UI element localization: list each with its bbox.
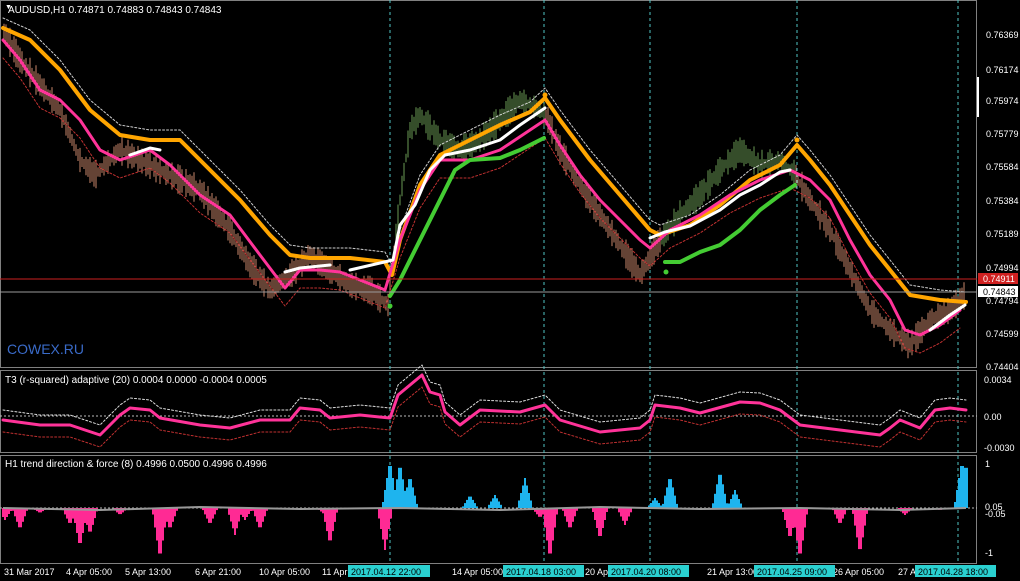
time-label: 4 Apr 05:00	[66, 567, 112, 577]
price-level: 0.75384	[986, 196, 1019, 206]
time-label: 10 Apr 05:00	[259, 567, 310, 577]
sub2-title: H1 trend direction & force (8) 0.4996 0.…	[5, 459, 267, 470]
signal-dot	[663, 269, 669, 275]
current-price-label: 0.74843	[983, 287, 1016, 297]
time-highlight-label: 2017.04.28 18:00	[918, 567, 988, 577]
time-highlight-label: 2017.04.20 08:00	[611, 567, 681, 577]
time-axis[interactable]: 31 Mar 2017 4 Apr 05:00 5 Apr 13:00 6 Ap…	[4, 565, 996, 577]
chart-background	[0, 0, 1020, 581]
sub1-level: -0.0030	[984, 443, 1015, 453]
sub2-level: -1	[985, 548, 993, 558]
time-highlight-label: 2017.04.18 03:00	[506, 567, 576, 577]
signal-dot	[542, 92, 548, 98]
time-label: 14 Apr 05:00	[452, 567, 503, 577]
scale-cursor-marker	[977, 77, 979, 117]
sub2-level: -0.05	[985, 509, 1006, 519]
time-label: 21 Apr 13:00	[707, 567, 758, 577]
sub1-level: 0.00	[984, 412, 1002, 422]
signal-dot	[794, 137, 800, 143]
alert-price-label: 0.74911	[983, 274, 1015, 284]
sub1-title: T3 (r-squared) adaptive (20) 0.0004 0.00…	[5, 375, 267, 386]
price-level: 0.74794	[986, 296, 1019, 306]
sub2-level: 1	[985, 459, 990, 469]
time-label: 6 Apr 21:00	[195, 567, 241, 577]
price-level: 0.75974	[986, 96, 1019, 106]
time-label: 5 Apr 13:00	[125, 567, 171, 577]
price-level: 0.74404	[986, 362, 1019, 372]
price-level: 0.75189	[986, 229, 1019, 239]
time-highlight-label: 2017.04.25 09:00	[757, 567, 827, 577]
time-label: 26 Apr 05:00	[833, 567, 884, 577]
price-level: 0.75584	[986, 162, 1019, 172]
sub1-level: 0.0034	[984, 375, 1012, 385]
price-level: 0.74599	[986, 329, 1019, 339]
dropdown-arrow-icon[interactable]: ▼	[5, 4, 12, 11]
price-level: 0.75779	[986, 129, 1019, 139]
price-level: 0.74994	[986, 263, 1019, 273]
watermark: COWEX.RU	[7, 341, 84, 357]
price-level: 0.76174	[986, 65, 1019, 75]
trading-chart[interactable]: AUDUSD,H1 0.74871 0.74883 0.74843 0.7484…	[0, 0, 1020, 581]
signal-dot	[387, 303, 393, 309]
symbol-header: AUDUSD,H1 0.74871 0.74883 0.74843 0.7484…	[8, 5, 222, 16]
time-highlight-label: 2017.04.12 22:00	[351, 567, 421, 577]
price-level: 0.76369	[986, 30, 1019, 40]
time-label: 31 Mar 2017	[4, 567, 55, 577]
